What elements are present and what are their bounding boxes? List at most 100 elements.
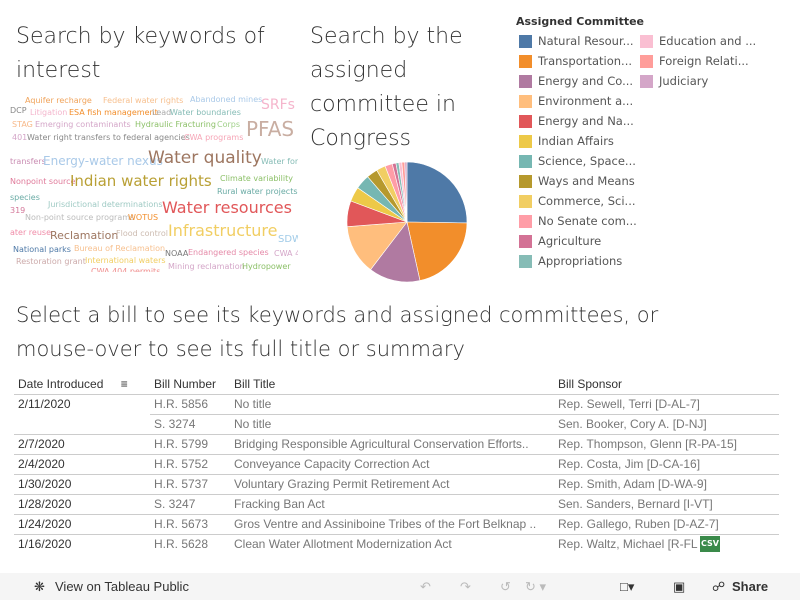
bill-sponsor-cell[interactable]: Rep. Gallego, Ruben [D-AZ-7] [554,514,779,535]
legend-item[interactable]: Environment a... [519,94,633,108]
legend-item[interactable]: Transportation... [519,54,632,68]
bill-title-cell[interactable]: No title [230,394,554,415]
keyword-item[interactable]: Abandoned mines [190,96,262,104]
keyword-item[interactable]: WOTUS [128,214,158,222]
keyword-item[interactable]: species [10,194,40,202]
keyword-item[interactable]: PFAS [246,119,294,139]
keyword-item[interactable]: Non-point source programs [25,214,134,222]
keyword-item[interactable]: CWA 4 [274,250,298,258]
keyword-item[interactable]: Reclamation [50,230,118,241]
keyword-item[interactable]: CWA programs [184,134,243,142]
keyword-item[interactable]: Mining reclamation [168,263,245,271]
keyword-item[interactable]: Hydropower [242,263,291,271]
keyword-item[interactable]: Bureau of Reclamation [74,245,165,253]
table-row[interactable]: 1/30/2020 H.R. 5737 Voluntary Grazing Perm… [14,474,779,495]
keyword-item[interactable]: National parks [13,246,71,254]
fullscreen-icon[interactable]: ▣ [673,579,685,595]
keyword-item[interactable]: Emerging contaminants [35,121,131,129]
bill-title-cell[interactable]: Fracking Ban Act [230,494,554,515]
keyword-item[interactable]: Energy-water nexus [43,155,163,167]
refresh-icon[interactable]: ↻ ▾ [525,579,546,595]
keyword-item[interactable]: Endangered species [188,249,269,257]
keyword-item[interactable]: 319 [10,207,25,215]
keyword-item[interactable]: Water quality [148,150,262,167]
keyword-item[interactable]: Infrastructure [168,223,277,239]
header-bill-number[interactable]: Bill Number [150,374,230,395]
bill-number-cell[interactable]: H.R. 5737 [150,474,230,495]
csv-download-icon[interactable]: CSV [700,536,720,552]
keyword-item[interactable]: Corps [217,121,240,129]
legend-item[interactable]: Foreign Relati... [640,54,749,68]
bill-sponsor-cell[interactable]: Rep. Smith, Adam [D-WA-9] [554,474,779,495]
keyword-item[interactable]: ESA fish management [69,109,158,117]
bill-title-cell[interactable]: Conveyance Capacity Correction Act [230,454,554,475]
keyword-item[interactable]: 401 [12,134,27,142]
bill-sponsor-cell[interactable]: Sen. Booker, Cory A. [D-NJ] [554,414,779,435]
table-row[interactable]: 2/11/2020 H.R. 5856 No title Rep. Sewell, T… [14,394,779,415]
header-date-introduced[interactable]: Date Introduced ≡ [14,374,150,395]
keyword-item[interactable]: Restoration grant [16,258,86,266]
bill-number-cell[interactable]: S. 3274 [150,414,230,435]
header-bill-title[interactable]: Bill Title [230,374,554,395]
legend-item[interactable]: Ways and Means [519,174,635,188]
legend-item[interactable]: Energy and Co... [519,74,633,88]
keyword-item[interactable]: STAG [12,121,33,129]
keyword-item[interactable]: Water for [261,158,298,166]
keyword-word-cloud[interactable]: Aquifer recharge Federal water rights Aban… [10,92,298,273]
keyword-item[interactable]: Indian water rights [70,174,212,189]
keyword-item[interactable]: DCP [10,107,27,115]
table-row[interactable]: S. 3274 No title Sen. Booker, Cory A. [D-N… [14,414,779,435]
table-row[interactable]: 2/4/2020 H.R. 5752 Conveyance Capacity Cor… [14,454,779,475]
legend-item[interactable]: Indian Affairs [519,134,614,148]
redo-icon[interactable]: ↷ [460,579,471,595]
keyword-item[interactable]: SDW [278,235,298,245]
bill-sponsor-cell[interactable]: Rep. Sewell, Terri [D-AL-7] [554,394,779,415]
pie-slice[interactable] [406,161,468,224]
bill-sponsor-cell[interactable]: Rep. Thompson, Glenn [R-PA-15] [554,434,779,455]
legend-item[interactable]: No Senate com... [519,214,637,228]
legend-item[interactable]: Commerce, Sci... [519,194,636,208]
keyword-item[interactable]: Aquifer recharge [25,97,92,105]
bill-sponsor-cell[interactable]: Rep. Waltz, Michael [R-FL [554,534,779,554]
keyword-item[interactable]: Climate variability [220,175,293,183]
keyword-item[interactable]: Hydraulic Fracturing [135,121,216,129]
table-row[interactable]: 1/28/2020 S. 3247 Fracking Ban Act Sen. San… [14,494,779,515]
revert-icon[interactable]: ↺ [500,579,511,595]
share-icon[interactable]: ☍ [712,579,725,595]
keyword-item[interactable]: ater reuse [10,229,51,237]
keyword-item[interactable]: transfers [10,158,46,166]
view-on-tableau-link[interactable]: View on Tableau Public [55,579,189,594]
legend-item[interactable]: Agriculture [519,234,601,248]
bill-title-cell[interactable]: Voluntary Grazing Permit Retirement Act [230,474,554,495]
keyword-item[interactable]: Water boundaries [170,109,241,117]
keyword-item[interactable]: SRFs [261,98,295,112]
bill-number-cell[interactable]: H.R. 5752 [150,454,230,475]
legend-item[interactable]: Education and ... [640,34,756,48]
committee-pie-chart[interactable] [345,160,469,284]
table-row[interactable]: 2/7/2020 H.R. 5799 Bridging Responsible Ag… [14,434,779,455]
keyword-item[interactable]: International waters [85,257,166,265]
bill-number-cell[interactable]: H.R. 5799 [150,434,230,455]
legend-item[interactable]: Science, Space... [519,154,636,168]
undo-icon[interactable]: ↶ [420,579,431,595]
table-row[interactable]: 1/16/2020 H.R. 5628 Clean Water Allotment … [14,534,779,554]
keyword-item[interactable]: NOAA [165,250,188,258]
bill-number-cell[interactable]: H.R. 5628 [150,534,230,554]
keyword-item[interactable]: Flood control [116,230,168,238]
bill-title-cell[interactable]: Bridging Responsible Agricultural Conser… [230,434,554,455]
bill-title-cell[interactable]: Clean Water Allotment Modernization Act [230,534,554,554]
legend-item[interactable]: Judiciary [640,74,708,88]
keyword-item[interactable]: Nonpoint source [10,178,75,186]
bill-title-cell[interactable]: No title [230,414,554,435]
keyword-item[interactable]: Litigation [30,109,67,117]
keyword-item[interactable]: Water resources [162,200,292,216]
keyword-item[interactable]: Water right transfers to federal agencie… [27,134,190,142]
bill-number-cell[interactable]: H.R. 5856 [150,394,230,415]
keyword-item[interactable]: Lead [152,109,171,117]
keyword-item[interactable]: CWA 404 permits [91,268,160,273]
keyword-item[interactable]: Rural water projects [217,188,298,196]
download-icon[interactable]: □▾ [620,579,634,595]
legend-item[interactable]: Appropriations [519,254,622,268]
legend-item[interactable]: Energy and Na... [519,114,634,128]
table-row[interactable]: 1/24/2020 H.R. 5673 Gros Ventre and Assini… [14,514,779,535]
